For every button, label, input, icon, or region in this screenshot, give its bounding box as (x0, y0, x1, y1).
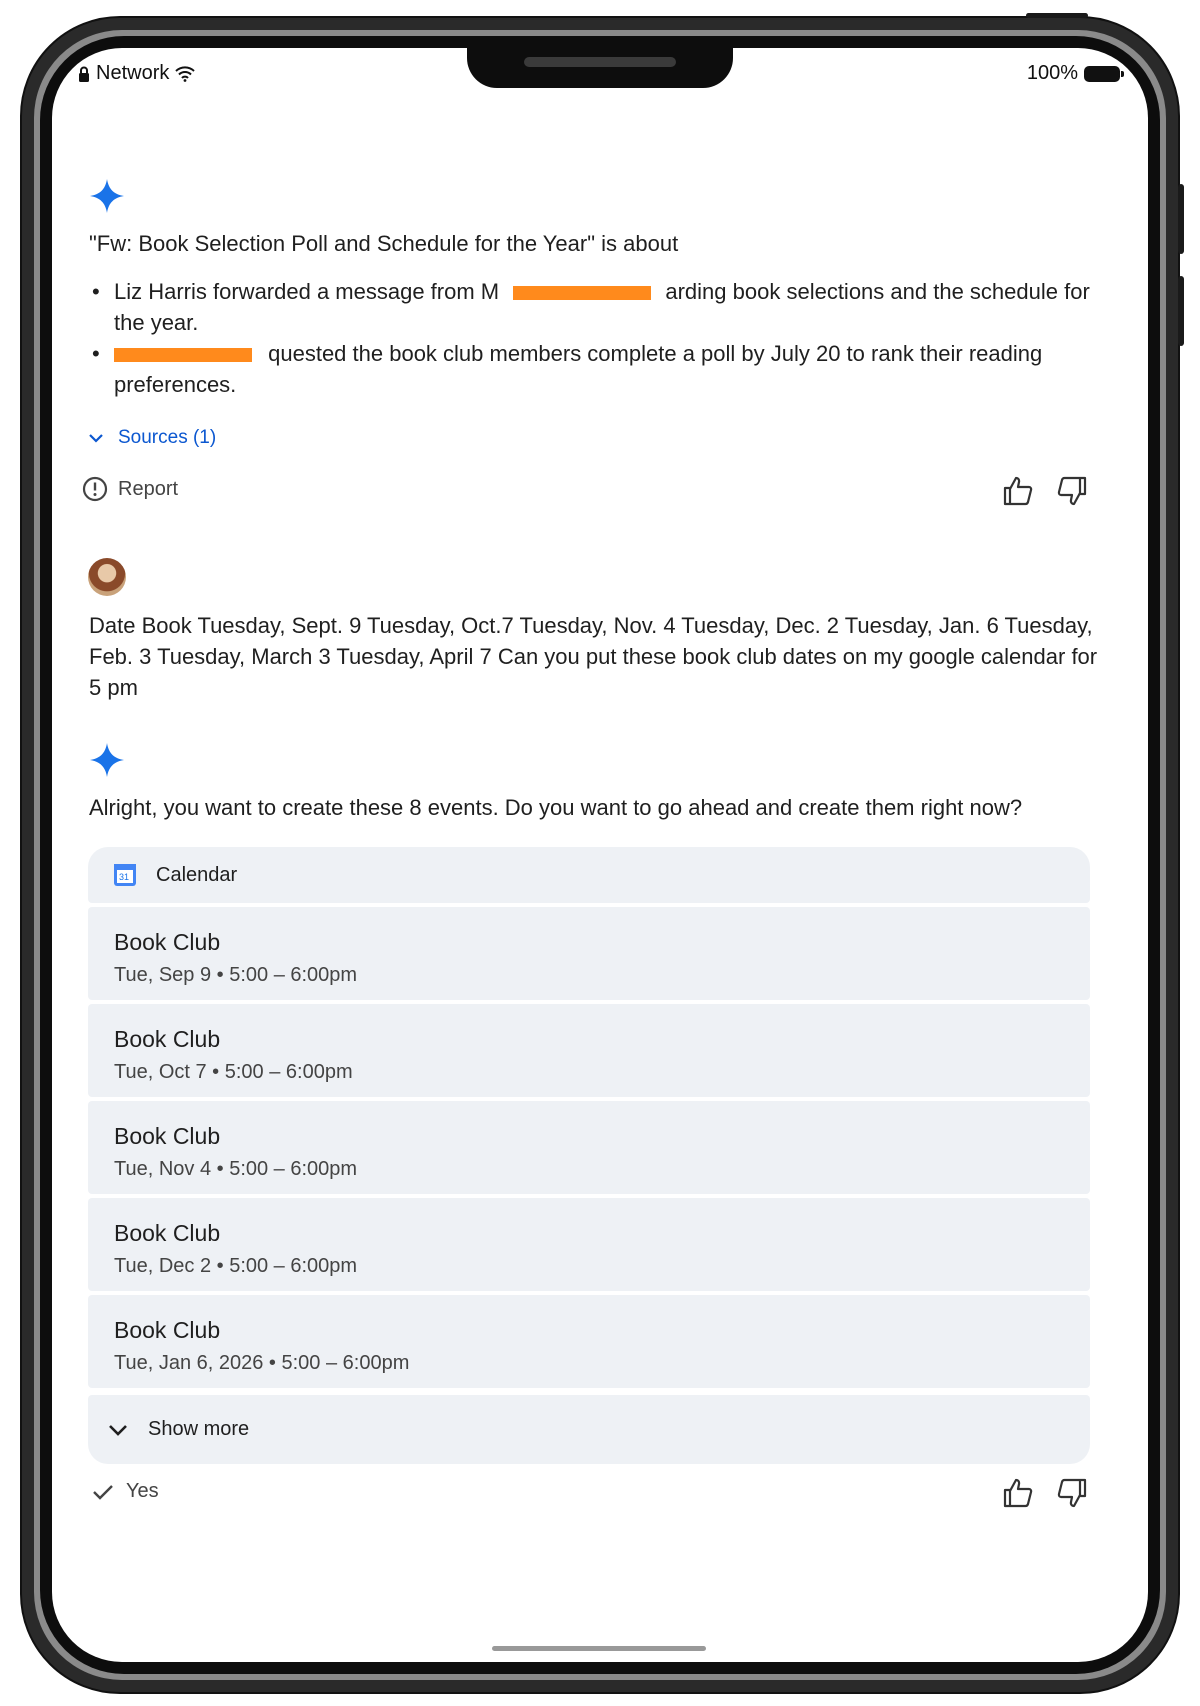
wifi-icon (175, 65, 196, 82)
event-title: Book Club (114, 1220, 221, 1246)
event-item[interactable]: Book Club Tue, Nov 4 • 5:00 – 6:00pm (88, 1101, 1090, 1194)
yes-label: Yes (126, 1480, 159, 1502)
event-time: Tue, Dec 2 • 5:00 – 6:00pm (114, 1255, 358, 1277)
check-icon (93, 1484, 113, 1500)
chevron-down-icon (109, 1424, 127, 1436)
event-item[interactable]: Book Club Tue, Oct 7 • 5:00 – 6:00pm (88, 1004, 1090, 1097)
feedback-buttons (1002, 475, 1088, 507)
redaction-bar (513, 286, 652, 301)
event-time: Tue, Oct 7 • 5:00 – 6:00pm (114, 1061, 353, 1083)
thumbs-down-icon[interactable] (1056, 1477, 1088, 1509)
summary-bullet-1-start: Liz Harris forwarded a message from M (114, 279, 500, 304)
status-bar-right: 100% (1026, 62, 1124, 85)
report-label: Report (118, 477, 179, 500)
thumbs-down-icon[interactable] (1056, 475, 1088, 507)
summary-bullet-2-end: quested the book club members complete a… (114, 341, 1043, 397)
event-title: Book Club (114, 1123, 221, 1149)
event-time: Tue, Nov 4 • 5:00 – 6:00pm (114, 1158, 358, 1180)
volume-down-button (1178, 276, 1184, 346)
sources-toggle[interactable]: Sources (1) (88, 427, 216, 449)
feedback-buttons (1002, 1477, 1088, 1509)
user-message: Date Book Tuesday, Sept. 9 Tuesday, Oct.… (89, 613, 1098, 700)
thumbs-up-icon[interactable] (1002, 1477, 1034, 1509)
calendar-card-title: Calendar (156, 863, 238, 886)
list-item: quested the book club members complete a… (90, 338, 1100, 400)
event-title: Book Club (114, 929, 221, 955)
summary-list: Liz Harris forwarded a message from M ar… (90, 276, 1100, 400)
home-indicator[interactable] (492, 1646, 706, 1651)
event-time: Tue, Sep 9 • 5:00 – 6:00pm (114, 964, 358, 986)
list-item: Liz Harris forwarded a message from M ar… (90, 276, 1100, 338)
sources-label: Sources (1) (118, 427, 217, 448)
network-label: Network (96, 62, 170, 84)
user-avatar (88, 558, 126, 596)
redaction-bar (114, 348, 252, 363)
speaker-slot (524, 57, 676, 67)
battery-icon (1084, 65, 1124, 82)
report-button[interactable]: Report (82, 476, 178, 502)
event-time: Tue, Jan 6, 2026 • 5:00 – 6:00pm (114, 1352, 410, 1374)
show-more-button[interactable]: Show more (88, 1395, 1090, 1464)
report-icon (82, 476, 108, 502)
chevron-down-icon (89, 434, 103, 443)
reply-text: Alright, you want to create these 8 even… (89, 795, 1023, 820)
calendar-icon (114, 864, 136, 886)
summary-heading: "Fw: Book Selection Poll and Schedule fo… (89, 231, 679, 256)
show-more-label: Show more (148, 1418, 250, 1440)
yes-button[interactable]: Yes (92, 1480, 159, 1503)
power-button (1026, 13, 1088, 18)
gemini-sparkle-icon (90, 179, 124, 213)
lock-icon (79, 66, 89, 82)
volume-up-button (1178, 184, 1184, 254)
calendar-card-header: Calendar (88, 847, 1090, 903)
status-bar-left: Network (78, 62, 196, 85)
notch (467, 48, 733, 88)
event-item[interactable]: Book Club Tue, Jan 6, 2026 • 5:00 – 6:00… (88, 1295, 1090, 1388)
event-title: Book Club (114, 1026, 221, 1052)
thumbs-up-icon[interactable] (1002, 475, 1034, 507)
gemini-sparkle-icon (90, 743, 124, 777)
event-title: Book Club (114, 1317, 221, 1343)
event-item[interactable]: Book Club Tue, Sep 9 • 5:00 – 6:00pm (88, 907, 1090, 1000)
battery-percent: 100% (1026, 62, 1078, 84)
event-item[interactable]: Book Club Tue, Dec 2 • 5:00 – 6:00pm (88, 1198, 1090, 1291)
